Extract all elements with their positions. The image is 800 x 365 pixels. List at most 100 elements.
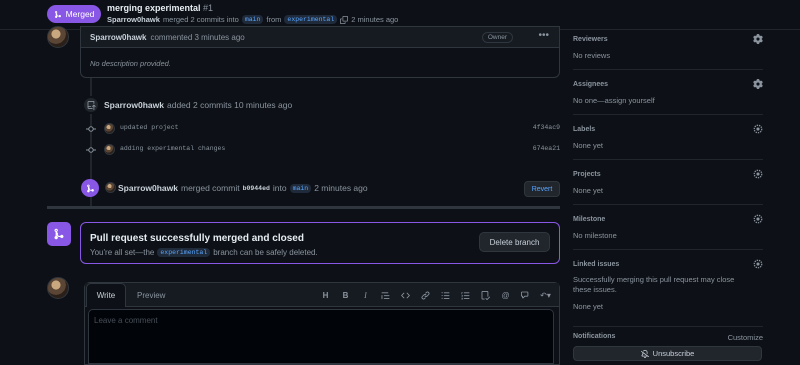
task-list-icon[interactable]	[478, 288, 493, 303]
comment-author-avatar[interactable]	[47, 26, 69, 48]
merged-status-icon	[47, 222, 71, 246]
commit-author-avatar[interactable]	[104, 123, 115, 134]
assignees-section: Assignees No one—assign yourself	[573, 70, 763, 115]
reply-undo-icon[interactable]: ↶▾	[538, 288, 553, 303]
projects-title[interactable]: Projects	[573, 171, 601, 178]
linked-issues-description: Successfully merging this pull request m…	[573, 275, 735, 294]
current-user-avatar[interactable]	[47, 277, 69, 299]
commit-author-avatar[interactable]	[104, 144, 115, 155]
assignees-value[interactable]: No one—assign yourself	[573, 96, 655, 106]
merge-sub-prefix: You're all set—the	[90, 248, 155, 257]
pr-time: 2 minutes ago	[351, 15, 399, 24]
unsubscribe-label: Unsubscribe	[652, 349, 695, 358]
gear-icon[interactable]	[753, 34, 763, 44]
merge-commit-sha[interactable]: b0944ed	[243, 185, 270, 192]
merge-icon	[54, 10, 61, 18]
merge-into-text: into	[272, 183, 287, 193]
merge-event-author[interactable]: Sparrow0hawk	[118, 183, 178, 193]
merge-target-branch[interactable]: main	[289, 183, 312, 193]
commit-message[interactable]: adding experimental changes	[120, 145, 225, 152]
reviewers-section: Reviewers No reviews	[573, 30, 763, 70]
labels-value: None yet	[573, 141, 604, 150]
git-commit-icon	[86, 147, 96, 153]
merger-avatar[interactable]	[105, 182, 116, 193]
timeline-divider	[47, 206, 560, 209]
gear-icon[interactable]	[753, 259, 763, 269]
mention-icon[interactable]: @	[498, 288, 513, 303]
merged-state-badge: Merged	[47, 5, 101, 23]
gear-icon[interactable]	[753, 124, 763, 134]
milestone-value: No milestone	[573, 231, 617, 240]
commits-event-author[interactable]: Sparrow0hawk	[104, 100, 164, 110]
pr-subtitle: Sparrow0hawk merged 2 commits into main …	[107, 15, 398, 24]
bell-slash-icon	[640, 349, 649, 358]
comment-action: commented 3 minutes ago	[150, 32, 245, 42]
linked-issues-title[interactable]: Linked issues	[573, 261, 619, 268]
merge-status-box: Pull request successfully merged and clo…	[80, 222, 560, 264]
revert-button[interactable]: Revert	[524, 181, 560, 197]
merge-event-icon	[81, 179, 99, 197]
copy-icon[interactable]	[340, 15, 349, 24]
reviewers-title[interactable]: Reviewers	[573, 36, 608, 43]
pr-description-comment: Sparrow0hawk commented 3 minutes ago Own…	[80, 26, 560, 78]
quote-icon[interactable]	[378, 288, 393, 303]
labels-section: Labels None yet	[573, 115, 763, 160]
commit-message[interactable]: updated project	[120, 124, 179, 131]
italic-icon[interactable]: I	[358, 288, 373, 303]
tab-preview[interactable]: Preview	[137, 291, 165, 300]
customize-link[interactable]: Customize	[728, 333, 763, 342]
projects-section: Projects None yet	[573, 160, 763, 205]
merge-event: Sparrow0hawk merged commit b0944ed into …	[118, 183, 368, 193]
cross-reference-icon[interactable]	[518, 288, 533, 303]
projects-value: None yet	[573, 186, 604, 195]
merge-event-text: merged commit	[181, 183, 240, 193]
link-icon[interactable]	[418, 288, 433, 303]
base-branch-pill[interactable]: main	[241, 15, 264, 24]
linked-issues-section: Linked issues Successfully merging this …	[573, 250, 763, 327]
pr-from-text: from	[266, 15, 282, 24]
code-icon[interactable]	[398, 288, 413, 303]
head-branch-pill[interactable]: experimental	[284, 15, 338, 24]
merged-badge-label: Merged	[65, 9, 95, 19]
gear-icon[interactable]	[753, 214, 763, 224]
deletable-branch-pill[interactable]: experimental	[157, 248, 211, 257]
unsubscribe-button[interactable]: Unsubscribe	[573, 346, 762, 361]
comment-editor: Write Preview H B I @ ↶▾ Leave a comment	[84, 282, 560, 365]
comment-body: No description provided.	[90, 59, 171, 68]
pr-author-link[interactable]: Sparrow0hawk	[107, 15, 160, 24]
assignees-title[interactable]: Assignees	[573, 81, 608, 88]
pr-number: #1	[203, 3, 214, 13]
notifications-title: Notifications	[573, 333, 616, 340]
commits-event-text: added 2 commits 10 minutes ago	[167, 100, 293, 110]
commit-sha[interactable]: 4f34ac9	[533, 124, 560, 131]
comment-author[interactable]: Sparrow0hawk	[90, 33, 146, 42]
labels-title[interactable]: Labels	[573, 126, 595, 133]
owner-badge: Owner	[481, 32, 513, 43]
bold-icon[interactable]: B	[338, 288, 353, 303]
merge-status-title: Pull request successfully merged and clo…	[90, 233, 304, 244]
editor-toolbar: Write Preview H B I @ ↶▾	[85, 283, 559, 307]
delete-branch-button[interactable]: Delete branch	[479, 232, 550, 252]
linked-issues-value: None yet	[573, 302, 604, 311]
heading-icon[interactable]: H	[318, 288, 333, 303]
gear-icon[interactable]	[753, 169, 763, 179]
formatting-toolbar: H B I @ ↶▾	[318, 283, 553, 307]
reviewers-value: No reviews	[573, 51, 611, 60]
commit-sha[interactable]: 674ea21	[533, 145, 560, 152]
unordered-list-icon[interactable]	[438, 288, 453, 303]
milestone-section: Milestone No milestone	[573, 205, 763, 250]
pr-merged-text: merged 2 commits into	[162, 15, 239, 24]
commit-row[interactable]: adding experimental changes 674ea21	[86, 143, 560, 157]
kebab-menu-icon[interactable]: •••	[538, 30, 549, 41]
commit-row[interactable]: updated project 4f34ac9	[86, 122, 560, 136]
comment-textarea[interactable]: Leave a comment	[88, 309, 554, 364]
pr-title-text: merging experimental	[107, 3, 201, 13]
ordered-list-icon[interactable]	[458, 288, 473, 303]
notifications-section: Notifications Customize Unsubscribe	[573, 327, 763, 365]
merge-sub-suffix: branch can be safely deleted.	[213, 248, 318, 257]
milestone-title[interactable]: Milestone	[573, 216, 605, 223]
repo-push-icon	[82, 96, 100, 114]
gear-icon[interactable]	[753, 79, 763, 89]
tab-write[interactable]: Write	[86, 283, 126, 307]
pr-title: merging experimental #1	[107, 3, 213, 13]
